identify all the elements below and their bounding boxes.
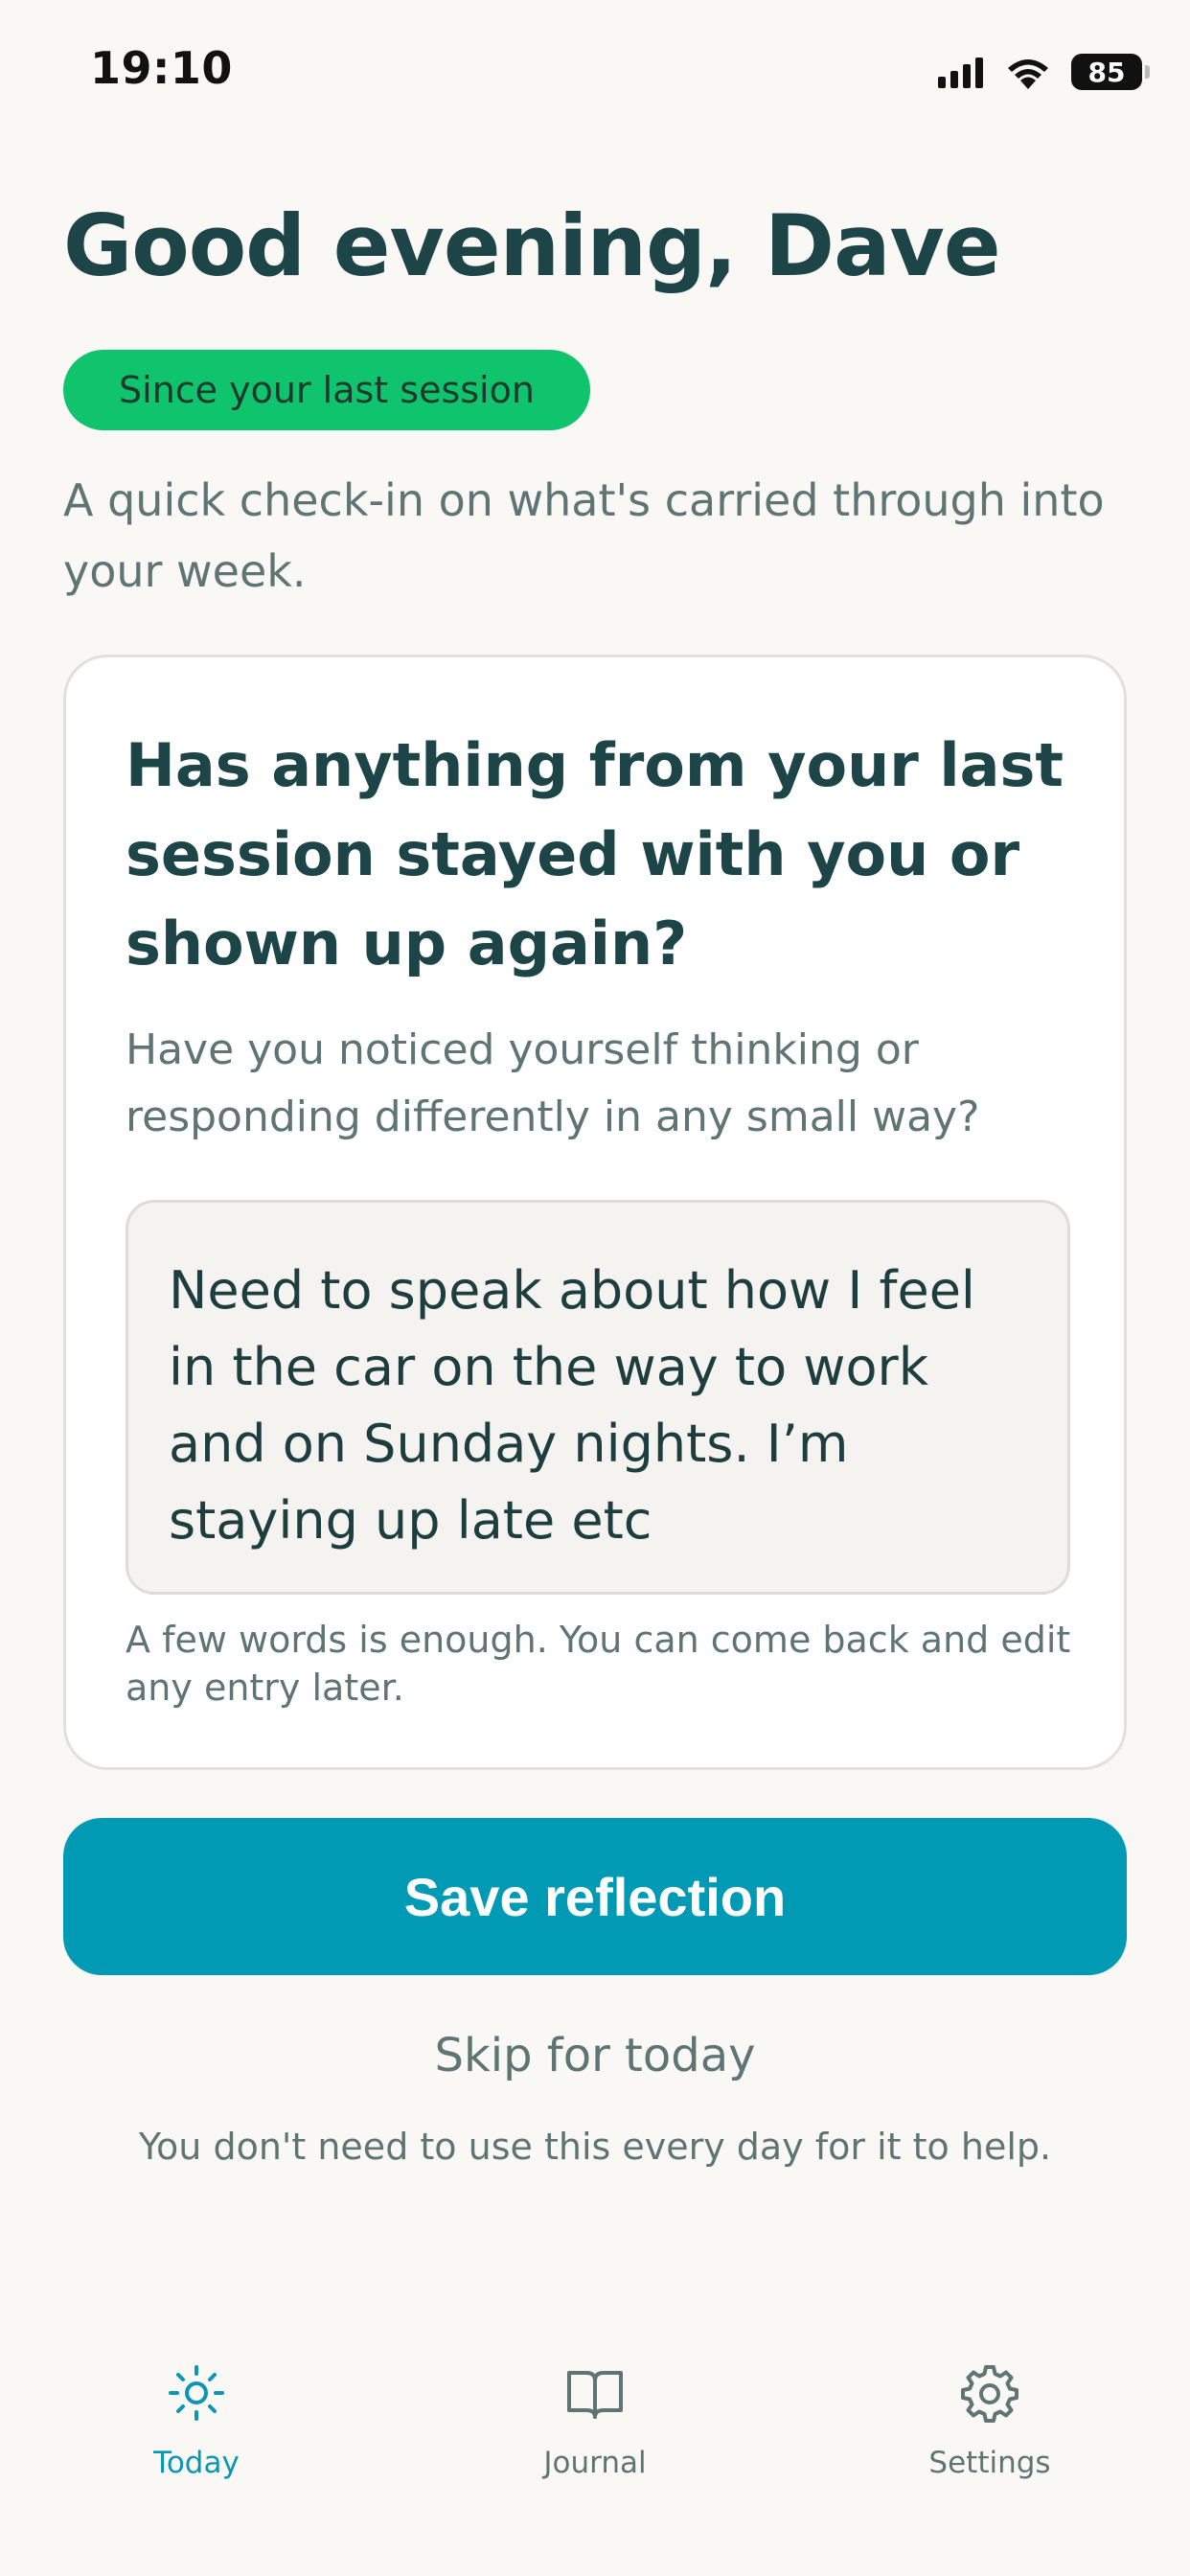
reflection-answer-input[interactable]: Need to speak about how I feel in the ca…	[126, 1200, 1070, 1595]
tab-today-label: Today	[153, 2446, 240, 2480]
helper-text: A few words is enough. You can come back…	[126, 1619, 1071, 1709]
reflection-card: Has anything from your last session stay…	[63, 655, 1127, 1770]
skip-for-today-link[interactable]: Skip for today	[0, 2029, 1190, 2082]
intro-text: A quick check-in on what's carried throu…	[63, 474, 1105, 597]
status-bar: 19:10 85	[0, 0, 1190, 144]
save-reflection-button[interactable]: Save reflection	[63, 1818, 1127, 1975]
status-icons: 85	[938, 48, 1150, 96]
since-last-session-badge: Since your last session	[63, 350, 590, 430]
tab-journal[interactable]: Journal	[480, 2361, 710, 2496]
tab-settings[interactable]: Settings	[875, 2361, 1105, 2496]
gear-icon	[961, 2365, 1018, 2423]
reassurance-text: You don't need to use this every day for…	[138, 2126, 1052, 2168]
status-time: 19:10	[90, 42, 233, 94]
battery-icon: 85	[1071, 54, 1150, 90]
book-icon	[567, 2371, 623, 2419]
tab-settings-label: Settings	[928, 2446, 1051, 2480]
greeting-title: Good evening, Dave	[63, 196, 1000, 295]
reflection-prompt: Have you noticed yourself thinking or re…	[126, 1025, 980, 1141]
sun-icon	[169, 2365, 224, 2421]
bottom-tab-bar: Today Journal Settings	[0, 2338, 1190, 2576]
reflection-question: Has anything from your last session stay…	[126, 730, 1064, 978]
check-in-screen: 19:10 85 Good evening, Dave Since your l…	[0, 0, 1190, 2576]
tab-journal-label: Journal	[543, 2446, 647, 2480]
cellular-signal-icon	[938, 56, 983, 88]
tab-today[interactable]: Today	[81, 2361, 311, 2496]
wifi-icon	[1008, 59, 1048, 89]
